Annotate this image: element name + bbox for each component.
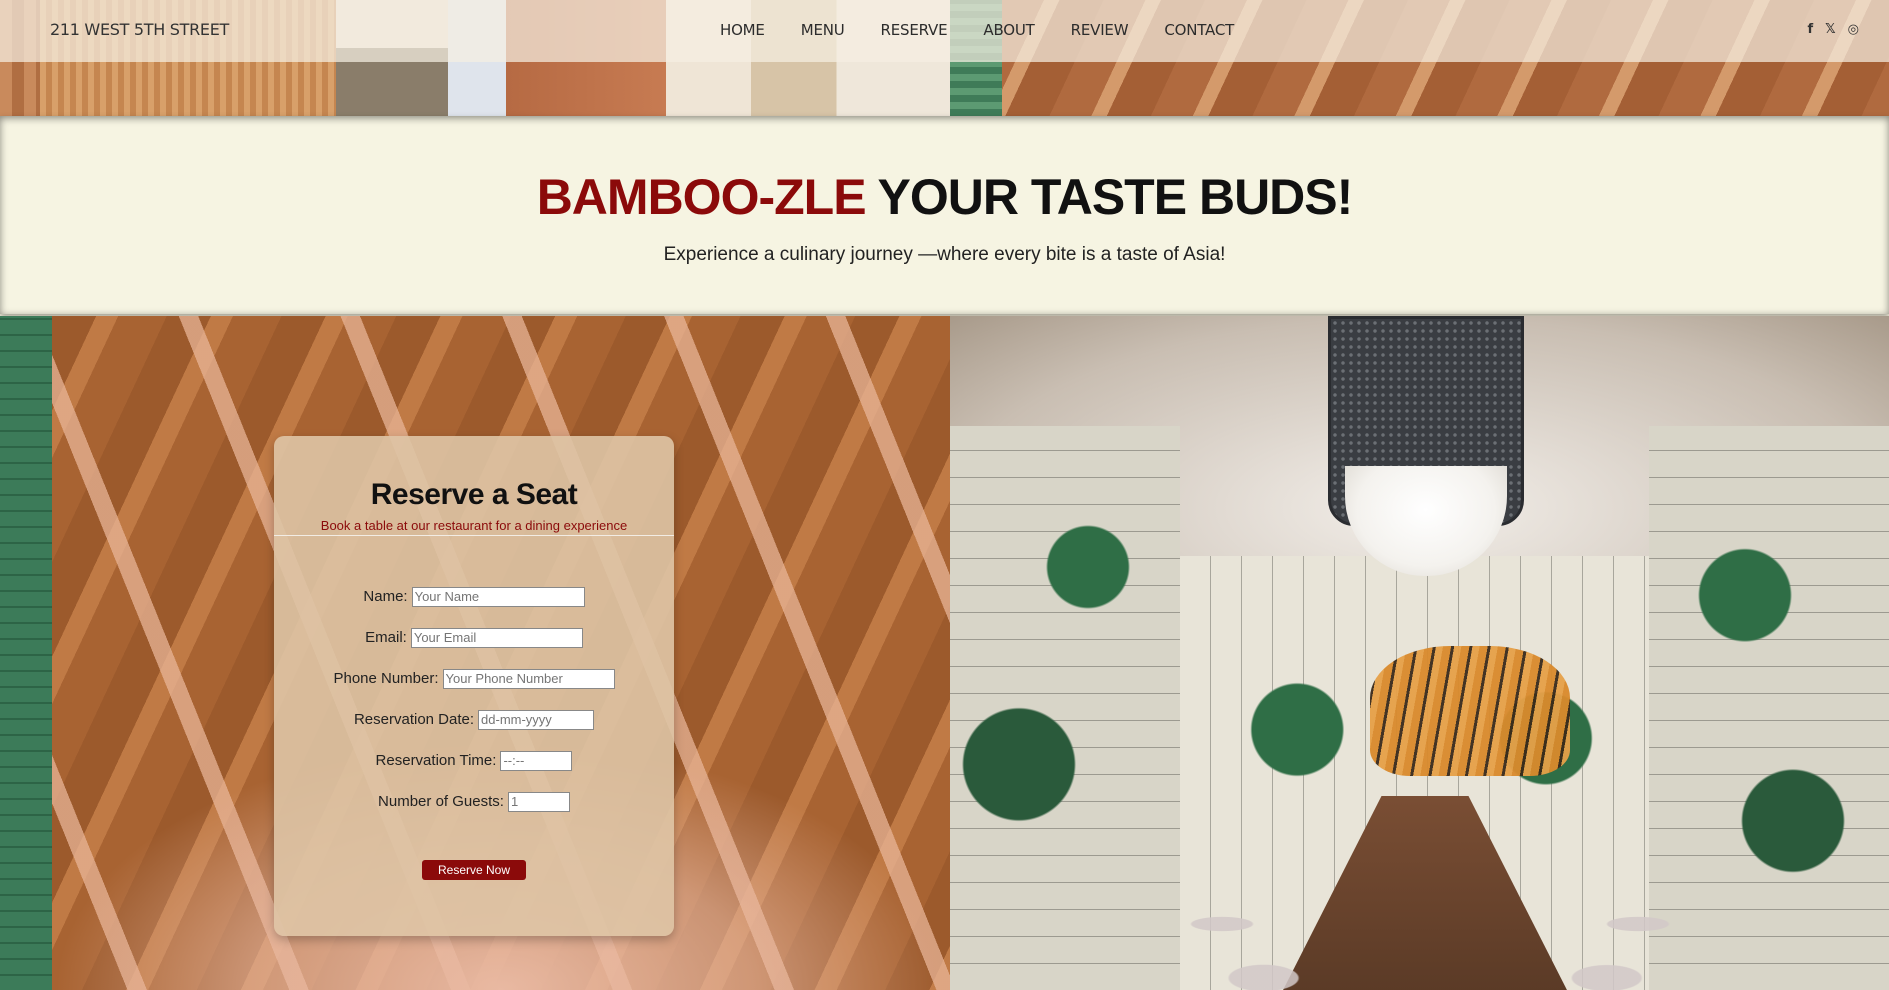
date-row: Reservation Date: bbox=[274, 699, 674, 740]
hero-title: BAMBOO-ZLE YOUR TASTE BUDS! bbox=[0, 168, 1889, 226]
time-field[interactable] bbox=[500, 750, 573, 771]
phone-field[interactable] bbox=[442, 668, 615, 689]
time-row: Reservation Time: bbox=[274, 740, 674, 781]
hero-title-rest: YOUR TASTE BUDS! bbox=[865, 169, 1354, 225]
hero-banner: BAMBOO-ZLE YOUR TASTE BUDS! Experience a… bbox=[0, 116, 1889, 314]
nav-reserve[interactable]: RESERVE bbox=[881, 21, 948, 39]
guests-label: Number of Guests: bbox=[378, 793, 504, 810]
phone-row: Phone Number: bbox=[274, 658, 674, 699]
form-fields: Name: Email: Phone Number: Reservation D… bbox=[274, 576, 674, 822]
nav-about[interactable]: ABOUT bbox=[983, 21, 1034, 39]
dining-room-photo bbox=[950, 316, 1889, 990]
x-icon[interactable]: 𝕏 bbox=[1825, 22, 1835, 37]
divider bbox=[274, 535, 674, 536]
facebook-icon[interactable]: f bbox=[1808, 22, 1814, 37]
instagram-icon[interactable]: ◎ bbox=[1848, 22, 1859, 37]
tiger-mural bbox=[1370, 646, 1570, 776]
form-subtitle: Book a table at our restaurant for a din… bbox=[320, 518, 628, 533]
reservation-form: Reserve a Seat Book a table at our resta… bbox=[274, 436, 674, 936]
address-label: 211 WEST 5TH STREET bbox=[50, 20, 229, 39]
social-links: f 𝕏 ◎ bbox=[1808, 22, 1859, 37]
header-background-photo: 211 WEST 5TH STREET HOME MENU RESERVE AB… bbox=[0, 0, 1889, 116]
green-tile-wall bbox=[0, 316, 52, 990]
name-row: Name: bbox=[274, 576, 674, 617]
email-label: Email: bbox=[365, 629, 407, 646]
guests-row: Number of Guests: bbox=[274, 781, 674, 822]
date-field[interactable] bbox=[478, 709, 595, 730]
guests-field[interactable] bbox=[507, 791, 570, 812]
form-title: Reserve a Seat bbox=[370, 478, 578, 511]
email-row: Email: bbox=[274, 617, 674, 658]
hero-subtitle: Experience a culinary journey —where eve… bbox=[663, 244, 1226, 265]
nav-contact[interactable]: CONTACT bbox=[1164, 21, 1234, 39]
rattan-chairs bbox=[1170, 816, 1690, 990]
name-field[interactable] bbox=[411, 586, 585, 607]
date-label: Reservation Date: bbox=[353, 711, 475, 728]
reserve-now-button[interactable]: Reserve Now bbox=[421, 860, 527, 880]
time-label: Reservation Time: bbox=[375, 752, 497, 769]
main-nav: HOME MENU RESERVE ABOUT REVIEW CONTACT bbox=[720, 21, 1270, 39]
hero-title-accent: BAMBOO-ZLE bbox=[536, 169, 867, 225]
left-mural-wall bbox=[950, 426, 1180, 990]
name-label: Name: bbox=[363, 588, 408, 605]
nav-review[interactable]: REVIEW bbox=[1071, 21, 1129, 39]
nav-home[interactable]: HOME bbox=[720, 21, 765, 39]
phone-label: Phone Number: bbox=[333, 670, 439, 687]
nav-menu[interactable]: MENU bbox=[801, 21, 845, 39]
email-field[interactable] bbox=[410, 627, 583, 648]
